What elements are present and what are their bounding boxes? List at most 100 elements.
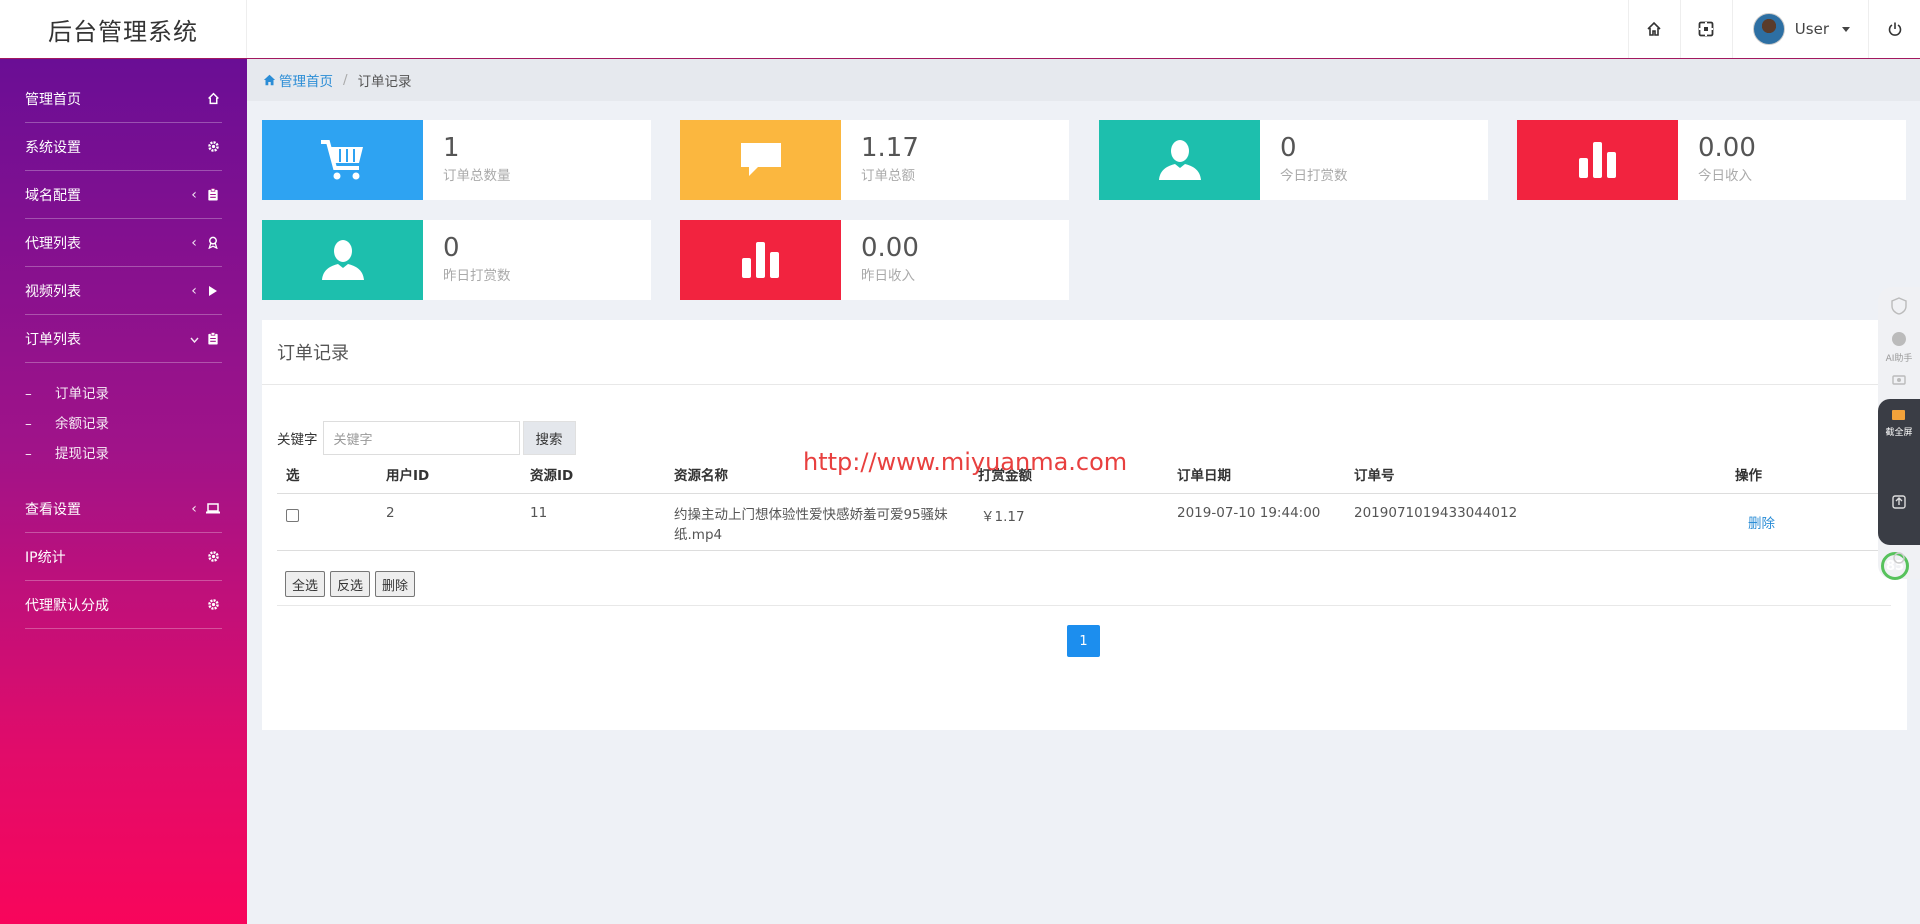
breadcrumb-home-link[interactable]: 管理首页: [263, 70, 333, 90]
bar-chart-icon: [741, 242, 779, 278]
camera-icon: [1892, 375, 1906, 385]
gear-icon: [204, 550, 222, 563]
fullscreen-icon: [1698, 21, 1714, 37]
stat-card-order-count: 1 订单总数量: [262, 120, 651, 200]
sidebar-item-system-settings[interactable]: 系统设置: [25, 123, 222, 171]
stat-caption: 昨日打赏数: [443, 268, 511, 284]
clipboard-icon: [204, 332, 222, 345]
stat-value: 1.17: [861, 133, 919, 163]
column-header-action: 操作: [1735, 467, 1762, 484]
search-button[interactable]: 搜索: [522, 421, 576, 455]
floating-toolbar: AI助手 截全屏 85: [1878, 287, 1920, 580]
toolbar-dark-section: 截全屏 85: [1878, 399, 1920, 580]
keyword-search-input[interactable]: 关键字: [322, 421, 520, 455]
ai-assistant-button[interactable]: AI助手: [1878, 331, 1920, 365]
sidebar-item-label: 视频列表: [25, 283, 81, 300]
sidebar-item-agent-default-share[interactable]: 代理默认分成: [25, 581, 222, 629]
invert-selection-button[interactable]: 反选: [330, 571, 371, 597]
search-label: 关键字: [277, 432, 318, 448]
stat-value: 0.00: [1698, 133, 1756, 163]
delete-link[interactable]: 删除: [1748, 512, 1775, 532]
stat-card-today-income: 0.00 今日收入: [1517, 120, 1906, 200]
cell-amount: ￥1.17: [981, 509, 1025, 525]
sidebar-item-label: 域名配置: [25, 187, 81, 204]
stat-caption: 今日收入: [1698, 168, 1752, 184]
stat-value: 0.00: [861, 233, 919, 263]
stat-caption: 昨日收入: [861, 268, 915, 284]
sidebar-item-domain-config[interactable]: 域名配置 ‹: [25, 171, 222, 219]
bulk-actions: 全选 反选 删除: [285, 571, 416, 597]
stat-icon-box: [262, 120, 423, 200]
fullscreen-button[interactable]: [1679, 0, 1732, 58]
stat-value: 0: [1280, 133, 1297, 163]
breadcrumb-separator: /: [343, 72, 348, 88]
gear-icon: [204, 598, 222, 611]
cell-date: 2019-07-10 19:44:00: [1177, 505, 1321, 521]
caret-down-icon: [1842, 26, 1850, 32]
breadcrumb-home-label: 管理首页: [279, 74, 333, 90]
sidebar: 管理首页 系统设置 域名配置 ‹ 代理列表 ‹ 视频列表 ‹ 订单列表 – 订单记…: [0, 59, 247, 924]
sidebar-item-video-list[interactable]: 视频列表 ‹: [25, 267, 222, 315]
column-header-user-id: 用户ID: [386, 467, 430, 484]
cell-user-id: 2: [386, 505, 395, 521]
play-icon: [204, 285, 222, 297]
user-menu[interactable]: User: [1731, 0, 1868, 58]
cart-icon: [320, 140, 363, 180]
user-icon: [321, 240, 364, 280]
chevron-left-icon: ‹: [191, 500, 197, 517]
search-placeholder: 关键字: [333, 432, 373, 448]
dash-icon: –: [25, 416, 32, 432]
column-header-order-no: 订单号: [1354, 467, 1395, 484]
sidebar-subitem-balance-records[interactable]: – 余额记录: [25, 412, 109, 432]
sidebar-subitem-label: 余额记录: [55, 416, 109, 432]
bar-chart-icon: [1578, 142, 1616, 178]
stat-caption: 今日打赏数: [1280, 168, 1348, 184]
stat-icon-box: [680, 120, 841, 200]
stat-card-yesterday-income: 0.00 昨日收入: [680, 220, 1069, 300]
ai-icon: [1892, 332, 1906, 346]
logout-button[interactable]: [1868, 0, 1920, 58]
stat-caption: 订单总额: [861, 168, 915, 184]
shield-icon: [1891, 297, 1907, 315]
sidebar-item-view-settings[interactable]: 查看设置 ‹: [25, 485, 222, 533]
sidebar-subitem-order-records[interactable]: – 订单记录: [25, 382, 109, 402]
row-checkbox[interactable]: [286, 509, 299, 522]
dash-icon: –: [25, 386, 32, 402]
user-icon: [1158, 140, 1201, 180]
sidebar-item-ip-stats[interactable]: IP统计: [25, 533, 222, 581]
upload-icon: [1892, 495, 1906, 509]
sidebar-item-order-list[interactable]: 订单列表: [25, 315, 222, 363]
screenshot-icon: [1892, 410, 1905, 420]
sidebar-item-label: 代理列表: [25, 235, 81, 252]
table-row: 2 11 约操主动上门想体验性爱快感娇羞可爱95骚妹 纸.mp4 ￥1.17 2…: [277, 494, 1891, 551]
home-button[interactable]: [1627, 0, 1680, 58]
column-header-resource-name: 资源名称: [674, 467, 728, 484]
stat-card-order-total: 1.17 订单总额: [680, 120, 1069, 200]
gear-icon: [204, 140, 222, 153]
breadcrumb-current: 订单记录: [357, 74, 412, 90]
sidebar-item-dashboard[interactable]: 管理首页: [25, 75, 222, 123]
stat-value: 1: [443, 133, 460, 163]
stat-card-yesterday-tips: 0 昨日打赏数: [262, 220, 651, 300]
home-icon: [204, 92, 222, 105]
stat-value: 0: [443, 233, 460, 263]
select-all-button[interactable]: 全选: [285, 571, 326, 597]
panel-title: 订单记录: [262, 320, 1907, 385]
column-header-select: 选: [286, 467, 300, 484]
sidebar-item-label: 管理首页: [25, 91, 81, 108]
sidebar-subitem-label: 提现记录: [55, 446, 109, 462]
stat-caption: 订单总数量: [443, 168, 511, 184]
sidebar-item-agent-list[interactable]: 代理列表 ‹: [25, 219, 222, 267]
stat-card-today-tips: 0 今日打赏数: [1099, 120, 1488, 200]
sidebar-subitem-withdraw-records[interactable]: – 提现记录: [25, 442, 109, 462]
bulk-delete-button[interactable]: 删除: [375, 571, 416, 597]
page-button-current[interactable]: 1: [1067, 625, 1100, 657]
laptop-icon: [204, 503, 222, 514]
cell-resource-name: 约操主动上门想体验性爱快感娇羞可爱95骚妹 纸.mp4: [674, 505, 974, 545]
user-name: User: [1794, 20, 1829, 38]
cell-resource-id: 11: [530, 505, 548, 521]
stat-icon-box: [262, 220, 423, 300]
order-records-panel: 订单记录 关键字 关键字 搜索 选 用户ID 资源ID 资源名称 打赏金额 订单…: [262, 320, 1907, 730]
fullscreen-capture-label[interactable]: 截全屏: [1878, 425, 1920, 438]
divider: [277, 605, 1891, 606]
